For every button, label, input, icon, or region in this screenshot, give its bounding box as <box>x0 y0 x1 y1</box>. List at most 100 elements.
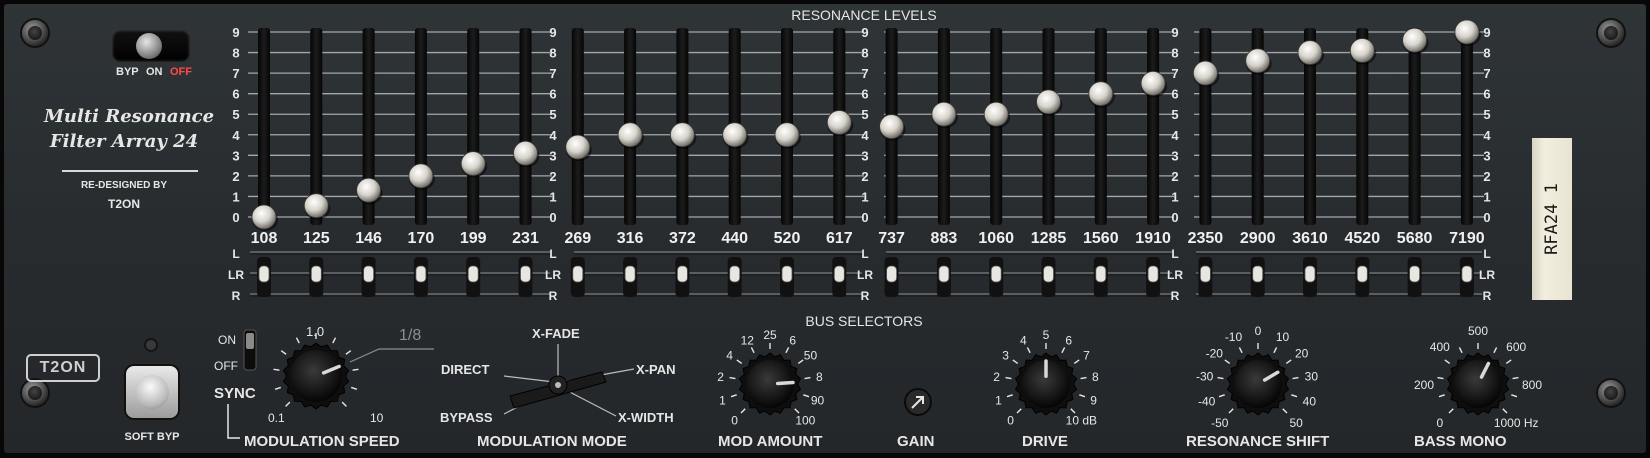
knob-tick <box>1493 347 1498 354</box>
knob-tick <box>729 376 736 380</box>
knob-scale-label: 8 <box>1092 370 1099 384</box>
knob-tick <box>1292 376 1299 380</box>
knob-tick <box>295 337 300 344</box>
knob-scale-label: 3 <box>1002 349 1009 363</box>
mod-mode-xpan[interactable]: X-PAN <box>636 362 675 377</box>
knob-tick <box>341 401 347 407</box>
knob-scale-label: -50 <box>1211 416 1229 430</box>
knob-scale-label: 20 <box>1295 346 1309 360</box>
mod-amount-knob[interactable] <box>738 352 802 416</box>
knob-tick <box>1079 394 1086 398</box>
knob-scale-label: 0 <box>1007 413 1014 427</box>
knob-tick <box>1512 376 1519 380</box>
knob-tick <box>280 350 287 355</box>
sync-toggle-lever <box>246 333 254 349</box>
sync-off-label: OFF <box>214 359 238 373</box>
knob-tick <box>274 386 282 390</box>
mod-mode-bypass[interactable]: BYPASS <box>440 410 493 425</box>
mod-speed-label: MODULATION SPEED <box>244 433 400 450</box>
knob-tick <box>1285 359 1292 364</box>
knob-tick <box>804 376 811 380</box>
knob-tick <box>1238 347 1243 354</box>
knob-scale-label: -20 <box>1206 346 1224 360</box>
sync-bracket <box>227 404 240 439</box>
knob-scale-label: 9 <box>1090 393 1097 407</box>
knob-tick <box>1438 394 1445 398</box>
gain-label: GAIN <box>897 433 935 450</box>
knob-tick <box>1073 359 1080 364</box>
knob-scale-label: 4 <box>1020 333 1027 347</box>
sync-on-label: ON <box>218 333 236 347</box>
bass-mono-knob-group: 0 200 400 500 600 800 1000 Hz <box>1414 324 1542 430</box>
resonance-shift-knob[interactable] <box>1226 352 1290 416</box>
bass-mono-knob[interactable] <box>1446 352 1510 416</box>
mod-speed-sync-leader <box>349 348 434 363</box>
knob-scale-label: 6 <box>789 333 796 347</box>
knob-scale-label: 2 <box>717 370 724 384</box>
knob-scale-label: 40 <box>1303 395 1317 409</box>
knob-tick <box>803 394 810 398</box>
rack-frame: BYP ON OFF Multi Resonance Filter Array … <box>0 0 1650 458</box>
knob-scale-label: 800 <box>1522 378 1542 392</box>
knob-tick <box>750 347 755 354</box>
mod-speed-tick-low: 0.1 <box>268 411 285 425</box>
mod-mode-xfade[interactable]: X-FADE <box>532 326 580 341</box>
knob-tick <box>1016 408 1022 414</box>
knob-scale-label: 1000 Hz <box>1494 416 1539 430</box>
knob-tick <box>345 350 352 355</box>
knob-scale-label: 600 <box>1506 340 1526 354</box>
modulation-speed-knob-group <box>273 333 359 410</box>
knob-tick <box>1006 394 1013 398</box>
knob-tick <box>797 359 804 364</box>
knob-tick <box>1502 408 1508 414</box>
knob-scale-label: 6 <box>1065 333 1072 347</box>
bass-mono-label: BASS MONO <box>1414 433 1507 450</box>
knob-tick <box>1228 408 1234 414</box>
knob-scale-label: -40 <box>1198 395 1216 409</box>
knob-scale-label: 0 <box>731 413 738 427</box>
knob-scale-label: 50 <box>1290 416 1304 430</box>
knob-scale-label: 2 <box>993 370 1000 384</box>
knob-scale-label: 500 <box>1468 324 1488 338</box>
resonance-shift-label: RESONANCE SHIFT <box>1186 433 1329 450</box>
knob-tick <box>1291 394 1298 398</box>
knob-scale-label: 90 <box>811 393 825 407</box>
knob-tick <box>1448 408 1454 414</box>
knob-tick <box>285 401 291 407</box>
modulation-speed-knob[interactable] <box>282 342 350 410</box>
knob-scale-label: 10 dB <box>1066 413 1097 427</box>
knob-scale-label: 4 <box>726 349 733 363</box>
mod-mode-direct[interactable]: DIRECT <box>441 362 489 377</box>
knob-tick <box>1505 359 1512 364</box>
knob-tick <box>1026 347 1031 354</box>
knob-scale-label: 5 <box>1043 328 1050 342</box>
knob-scale-label: 100 <box>795 413 815 427</box>
sync-label: SYNC <box>214 385 256 402</box>
knob-scale-label: 25 <box>763 328 777 342</box>
knob-scale-label: 7 <box>1083 349 1090 363</box>
drive-knob[interactable] <box>1014 352 1078 416</box>
knob-scale-label: 12 <box>741 333 755 347</box>
knob-tick <box>785 347 790 354</box>
knob-tick <box>273 368 280 371</box>
drive-label: DRIVE <box>1022 433 1068 450</box>
knob-scale-label: 10 <box>1276 330 1290 344</box>
knob-tick <box>1282 408 1288 414</box>
knob-scale-label: -10 <box>1225 330 1243 344</box>
drive-knob-group: 01 234 5 678 9 10 dB <box>993 328 1099 427</box>
knob-scale-label: 1 <box>995 393 1002 407</box>
knob-scale-label: 1 <box>719 393 726 407</box>
mod-mode-selector-knob[interactable] <box>509 371 607 409</box>
knob-tick <box>1005 376 1012 380</box>
knob-tick <box>736 359 743 364</box>
knob-tick <box>1444 359 1451 364</box>
knob-tick <box>740 408 746 414</box>
resonance-shift-knob-group: -50 -40 -30 -20-10 0 10 20 30 40 50 <box>1196 324 1318 430</box>
mod-speed-tick-high: 10 <box>370 411 384 425</box>
mod-mode-xwidth[interactable]: X-WIDTH <box>618 410 674 425</box>
knob-tick <box>1061 347 1066 354</box>
knob-tick <box>1080 376 1087 380</box>
knob-tick <box>1218 394 1225 398</box>
knob-tick <box>794 408 800 414</box>
knob-tick <box>1070 408 1076 414</box>
